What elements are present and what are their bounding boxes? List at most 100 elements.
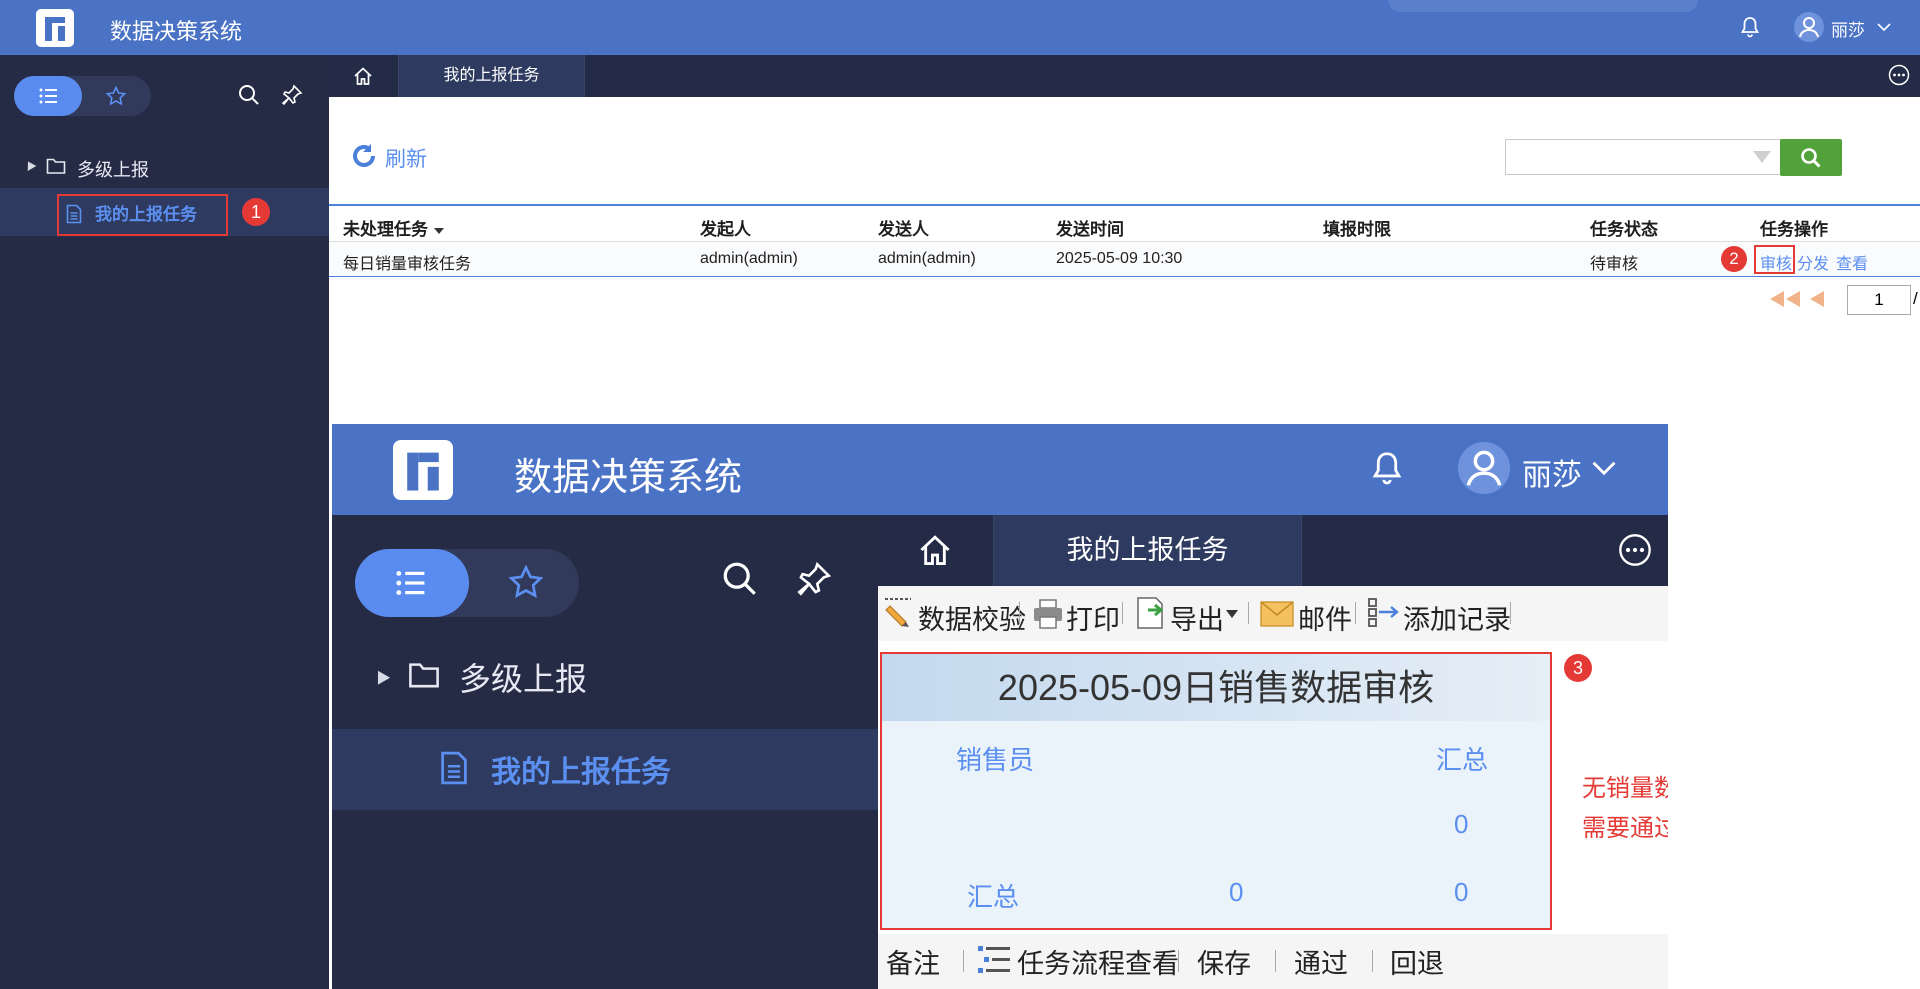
more-options-icon[interactable] (1888, 64, 1910, 86)
task-flow-button[interactable]: 任务流程查看 (1017, 942, 1179, 981)
toolbar-divider (1355, 602, 1356, 624)
search-icon[interactable] (722, 561, 758, 597)
cell-task: 每日销量审核任务 (343, 256, 472, 273)
toolbar-divider (963, 950, 964, 972)
col-salesperson: 销售员 (956, 745, 1035, 775)
app-logo-icon (36, 9, 74, 47)
printer-icon (1034, 599, 1062, 629)
prev-page-icon[interactable] (1809, 290, 1825, 308)
list-icon (39, 88, 57, 104)
star-icon (106, 86, 126, 106)
sort-down-icon[interactable] (434, 227, 444, 234)
table-row[interactable]: 每日销量审核任务 admin(admin) admin(admin) 2025-… (329, 242, 1920, 276)
app-root: 数据决策系统 丽莎 多级上报 我的上报任务 1 我的上报任务 刷新 未处理任务 … (0, 0, 1920, 989)
filter-dropdown-icon[interactable] (1753, 151, 1771, 163)
annotation-note: 无销量数据 (1582, 775, 1668, 802)
task-flow-icon (978, 946, 1010, 973)
user-name[interactable]: 丽莎 (1522, 450, 1582, 494)
header-sent-time: 发送时间 (1056, 220, 1124, 239)
pin-icon[interactable] (796, 561, 832, 597)
data-check-label: 数据校验 (918, 605, 1026, 635)
refresh-icon (353, 144, 375, 167)
star-icon (509, 565, 543, 598)
list-mode-button[interactable] (14, 76, 82, 116)
toolbar-divider (1275, 950, 1276, 972)
inset-report-toolbar: 数据校验 打印 导出 邮件 添加记录 (878, 586, 1668, 641)
tab-my-report-tasks[interactable]: 我的上报任务 (994, 515, 1302, 586)
document-icon (441, 751, 467, 785)
summary-value: 0 (1229, 877, 1244, 907)
tab-my-report-tasks[interactable]: 我的上报任务 (399, 55, 585, 97)
envelope-icon (1260, 601, 1294, 627)
page-separator: / (1913, 289, 1918, 308)
add-record-icon (1368, 598, 1399, 627)
expand-arrow-icon[interactable] (23, 159, 37, 171)
step-badge: 1 (242, 198, 270, 226)
cell-initiator: admin(admin) (700, 250, 798, 267)
approve-button[interactable]: 通过 (1294, 942, 1348, 981)
user-name[interactable]: 丽莎 (1831, 16, 1865, 41)
pin-icon[interactable] (281, 84, 303, 106)
task-table: 未处理任务 发起人 发送人 发送时间 填报时限 任务状态 任务操作 每日销量审核… (329, 204, 1920, 277)
tab-home[interactable] (329, 55, 399, 97)
search-button[interactable] (1780, 139, 1842, 176)
row-total-value: 0 (1454, 809, 1469, 839)
more-options-icon[interactable] (1618, 533, 1652, 567)
chevron-down-icon[interactable] (1590, 454, 1618, 482)
search-icon[interactable] (238, 84, 260, 106)
export-label: 导出 (1170, 605, 1224, 635)
cell-status: 待审核 (1590, 256, 1639, 273)
folder-icon (46, 158, 66, 174)
folder-icon (409, 663, 439, 688)
report-preview: 2025-05-09日销售数据审核 销售员 汇总 0 汇总 0 0 (880, 652, 1552, 930)
tree-node-label: 我的上报任务 (491, 756, 671, 789)
sidebar-mode-switch (14, 76, 151, 116)
review-link[interactable]: 审核 (1760, 250, 1792, 274)
favorites-mode-button[interactable] (82, 76, 151, 116)
tab-bar: 我的上报任务 (329, 55, 1920, 97)
summary-total: 0 (1454, 877, 1469, 907)
step-badge: 3 (1564, 654, 1592, 682)
caret-down-icon[interactable] (1226, 610, 1238, 618)
list-mode-button[interactable] (355, 549, 469, 617)
bell-icon[interactable] (1368, 448, 1406, 488)
avatar[interactable] (1458, 442, 1510, 494)
app-title: 数据决策系统 (514, 457, 743, 499)
first-page-icon[interactable] (1769, 290, 1801, 308)
page-number-input[interactable]: 1 (1847, 285, 1911, 315)
header-task[interactable]: 未处理任务 (343, 215, 444, 240)
header-sender: 发送人 (878, 220, 929, 239)
save-button[interactable]: 保存 (1197, 942, 1251, 981)
chevron-down-icon[interactable] (1876, 19, 1892, 35)
expand-arrow-icon[interactable] (371, 667, 391, 685)
document-icon (66, 204, 82, 224)
top-search-ghost (1388, 0, 1698, 12)
tree-node-my-report-tasks[interactable]: 我的上报任务 1 (0, 188, 329, 236)
header-status: 任务状态 (1590, 220, 1658, 239)
avatar[interactable] (1794, 12, 1824, 42)
return-button[interactable]: 回退 (1390, 942, 1444, 981)
cell-sender: admin(admin) (878, 250, 976, 267)
remark-button[interactable]: 备注 (886, 942, 940, 981)
header-initiator: 发起人 (700, 220, 751, 239)
distribute-link[interactable]: 分发 (1797, 250, 1829, 274)
tree-node-label: 多级上报 (77, 160, 149, 180)
tree-node-my-report-tasks[interactable]: 我的上报任务 (332, 729, 878, 810)
export-icon (1137, 597, 1164, 629)
user-icon (1466, 450, 1502, 486)
summary-label: 汇总 (967, 882, 1020, 912)
tree-node-multilevel-report[interactable]: 多级上报 (332, 640, 878, 710)
header-deadline: 填报时限 (1323, 220, 1391, 239)
inset-tab-bar: 我的上报任务 (878, 515, 1668, 586)
inset-top-bar: 数据决策系统 丽莎 (332, 424, 1668, 515)
email-label: 邮件 (1298, 605, 1352, 635)
bell-icon[interactable] (1738, 15, 1762, 39)
toolbar-divider (1178, 950, 1179, 972)
header-actions: 任务操作 (1760, 220, 1828, 239)
sidebar: 多级上报 我的上报任务 1 (0, 55, 329, 989)
view-link[interactable]: 查看 (1836, 250, 1868, 274)
top-bar: 数据决策系统 丽莎 (0, 0, 1920, 55)
tree-node-multilevel-report[interactable]: 多级上报 (0, 147, 329, 187)
tab-home[interactable] (878, 515, 994, 586)
search-input[interactable] (1505, 139, 1785, 175)
